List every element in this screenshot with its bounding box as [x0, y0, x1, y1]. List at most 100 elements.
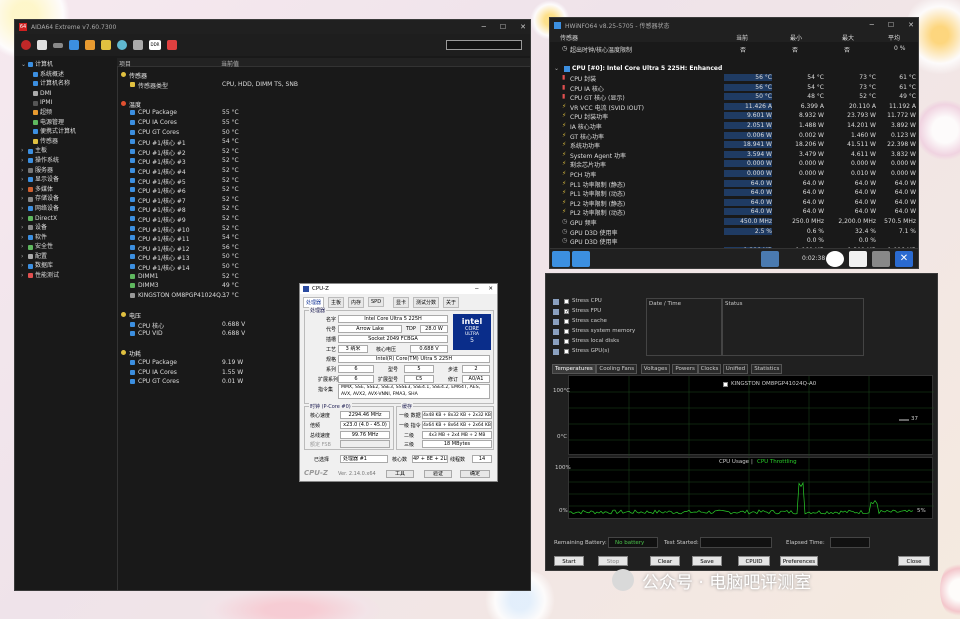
sensor-row[interactable]: CPU #1/核心 #4 52 °C — [118, 166, 530, 176]
sensor-row[interactable]: CPU #1/核心 #3 52 °C — [118, 156, 530, 166]
tree-item[interactable]: › 性能测试 — [15, 271, 117, 281]
stress-checkbox[interactable]: ✓ — [564, 309, 569, 315]
chevron-right-icon[interactable]: › — [21, 233, 26, 243]
stress-checkbox[interactable] — [564, 349, 569, 354]
close-icon[interactable]: ✕ — [520, 23, 526, 31]
chevron-right-icon[interactable]: › — [21, 146, 26, 156]
user-icon[interactable] — [117, 40, 127, 50]
chevron-right-icon[interactable]: › — [21, 185, 26, 195]
refresh-icon[interactable] — [21, 40, 31, 50]
stress-checkbox[interactable] — [564, 299, 569, 304]
tab-cpuz[interactable]: 显卡 — [393, 297, 410, 308]
sensor-row[interactable]: DIMM1 52 °C — [118, 272, 530, 282]
tab-statistics[interactable]: Statistics — [751, 364, 783, 374]
sensor-row[interactable]: ◷ 超出时钟/核心温度限制 否 否 否 0 % — [550, 44, 918, 54]
tree-item[interactable]: › 配置 — [15, 252, 117, 262]
tree-item[interactable]: › 操作系统 — [15, 156, 117, 166]
column-sensor[interactable]: 传感器 — [560, 33, 578, 42]
tree-item[interactable]: 系统概述 — [15, 70, 117, 80]
tree-item[interactable]: 电源管理 — [15, 118, 117, 128]
tools-button[interactable]: 工具 — [386, 470, 414, 478]
close-icon[interactable]: ✕ — [488, 286, 493, 292]
sensor-row[interactable]: CPU IA Cores 55 °C — [118, 118, 530, 128]
sensor-row[interactable]: ⚡ PL1 功率限制 (静态) 64.0 W 64.0 W 64.0 W 64.0 W — [550, 179, 918, 189]
column-min[interactable]: 最小 — [790, 33, 802, 42]
tab-clocks[interactable]: Clocks — [697, 364, 722, 374]
tree-item[interactable]: IPMI — [15, 98, 117, 108]
sensor-row[interactable]: ◷ GPU 频率 450.0 MHz 250.0 MHz 2,200.0 MHz 570.… — [550, 217, 918, 227]
sensor-row[interactable]: CPU #1/核心 #8 52 °C — [118, 204, 530, 214]
sensor-row[interactable]: ◷ GPU D3D 使用率 2.5 % 0.6 % 32.4 % 7.1 % — [550, 227, 918, 237]
chip-icon[interactable] — [133, 40, 143, 50]
tree-item[interactable]: DMI — [15, 89, 117, 99]
sensor-row[interactable]: CPU #1/核心 #5 52 °C — [118, 176, 530, 186]
close-icon[interactable]: ✕ — [895, 251, 913, 267]
network-icon[interactable] — [761, 251, 779, 267]
nav-right-icon[interactable] — [572, 251, 590, 267]
drive-icon[interactable] — [53, 42, 63, 48]
report-icon[interactable] — [849, 251, 867, 267]
chevron-right-icon[interactable]: › — [21, 261, 26, 271]
tree-item[interactable]: 计算机名称 — [15, 79, 117, 89]
chevron-right-icon[interactable]: › — [21, 156, 26, 166]
chevron-right-icon[interactable]: › — [21, 242, 26, 252]
start-button[interactable]: Start — [554, 556, 584, 566]
maximize-icon[interactable]: ☐ — [500, 23, 506, 31]
chevron-right-icon[interactable]: › — [21, 214, 26, 224]
tree-item[interactable]: ⌄ 计算机 — [15, 60, 117, 70]
sensor-row[interactable]: CPU #1/核心 #2 52 °C — [118, 147, 530, 157]
sensor-row[interactable]: CPU #1/核心 #11 54 °C — [118, 233, 530, 243]
sensor-row[interactable]: CPU #1/核心 #7 52 °C — [118, 195, 530, 205]
column-item[interactable]: 项目 — [119, 59, 131, 68]
sensor-row[interactable]: CPU #1/核心 #12 56 °C — [118, 243, 530, 253]
minimize-icon[interactable]: ─ — [870, 21, 874, 29]
chevron-right-icon[interactable]: › — [21, 223, 26, 233]
close-icon[interactable]: ✕ — [908, 21, 914, 29]
tree-item[interactable]: › DirectX — [15, 214, 117, 224]
tab-cooling-fans[interactable]: Cooling Fans — [596, 364, 638, 374]
chevron-right-icon[interactable]: › — [21, 166, 26, 176]
sensor-row[interactable]: ▮ CPU GT 核心 (显示) 50 °C 48 °C 52 °C 49 °C — [550, 92, 918, 102]
legend-checkbox[interactable] — [723, 382, 728, 387]
sensor-row[interactable]: ⚡ GT 核心功率 0.006 W 0.002 W 1.460 W 0.123 W — [550, 131, 918, 141]
sensor-row[interactable]: ⚡ PL1 功率限制 (动态) 64.0 W 64.0 W 64.0 W 64.0 W — [550, 188, 918, 198]
tree-item[interactable]: 便携式计算机 — [15, 127, 117, 137]
flame-icon[interactable] — [85, 40, 95, 50]
sensor-row[interactable]: CPU #1/核心 #10 52 °C — [118, 224, 530, 234]
sensor-row[interactable]: CPU #1/核心 #6 52 °C — [118, 185, 530, 195]
stress-checkbox[interactable] — [564, 329, 569, 334]
tab-unified[interactable]: Unified — [722, 364, 749, 374]
sensor-row[interactable]: ◷ GPU D3D 使用率 0.0 % 0.0 % — [550, 236, 918, 246]
nav-left-icon[interactable] — [552, 251, 570, 267]
sensor-row[interactable]: CPU #1/核心 #14 50 °C — [118, 262, 530, 272]
tab-voltages[interactable]: Voltages — [640, 364, 671, 374]
tab-temperatures[interactable]: Temperatures — [552, 364, 596, 374]
column-current[interactable]: 当前 — [736, 33, 748, 42]
tab-cpuz[interactable]: 主板 — [328, 297, 345, 308]
sensor-row[interactable]: CPU #1/核心 #1 54 °C — [118, 137, 530, 147]
gear-icon[interactable] — [872, 251, 890, 267]
chart-icon[interactable] — [167, 40, 177, 50]
ddr-icon[interactable]: DDR — [149, 40, 161, 50]
chevron-down-icon[interactable]: ⌄ — [21, 60, 26, 70]
tab-cpuz[interactable]: 测试分数 — [413, 297, 440, 308]
tree-item[interactable]: › 多媒体 — [15, 185, 117, 195]
tab-cpuz[interactable]: SPD — [368, 297, 385, 307]
column-value[interactable]: 当前值 — [221, 59, 239, 68]
stress-checkbox[interactable] — [564, 339, 569, 344]
network-icon[interactable] — [69, 40, 79, 50]
sensor-row[interactable]: ⚡ CPU 封装功率 9.601 W 8.932 W 23.793 W 11.772 W — [550, 111, 918, 121]
column-max[interactable]: 最大 — [842, 33, 854, 42]
ok-button[interactable]: 确定 — [460, 470, 490, 478]
tab-cpuz[interactable]: 内存 — [348, 297, 365, 308]
tree-item[interactable]: 传感器 — [15, 137, 117, 147]
close-button[interactable]: Close — [898, 556, 930, 566]
tree-item[interactable]: 超频 — [15, 108, 117, 118]
sensor-row[interactable]: CPU #1/核心 #13 50 °C — [118, 252, 530, 262]
minimize-icon[interactable]: ─ — [482, 23, 486, 31]
tree-item[interactable]: › 显示设备 — [15, 175, 117, 185]
chevron-right-icon[interactable]: › — [21, 204, 26, 214]
tree-item[interactable]: › 数据库 — [15, 261, 117, 271]
tab-cpuz[interactable]: 关于 — [443, 297, 460, 308]
chevron-right-icon[interactable]: › — [21, 271, 26, 281]
